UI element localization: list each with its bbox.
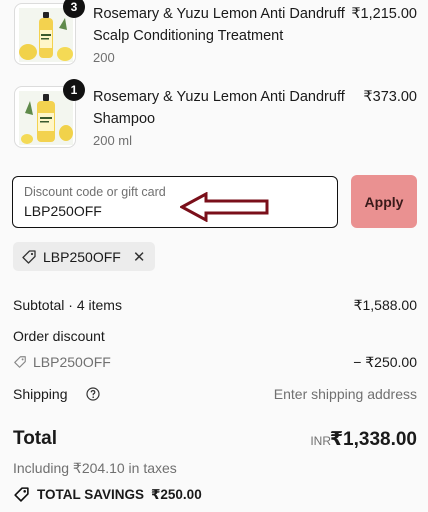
quantity-badge: 3 [63, 0, 85, 18]
tag-icon [14, 487, 29, 502]
cart-item: 1 Rosemary & Yuzu Lemon Anti Dandruff Sh… [14, 79, 417, 148]
discount-code-input[interactable] [24, 203, 324, 219]
total-savings: TOTAL SAVINGS ₹250.00 [13, 486, 202, 503]
applied-discount-chip: LBP250OFF ✕ [13, 242, 156, 271]
discount-code-label: LBP250OFF [33, 354, 111, 370]
currency-code: INR [310, 434, 331, 448]
product-variant: 200 ml [93, 133, 133, 148]
apply-button[interactable]: Apply [351, 175, 417, 228]
cart-item: 3 Rosemary & Yuzu Lemon Anti Dandruff Sc… [14, 0, 417, 65]
shipping-row: Shipping Enter shipping address [13, 384, 417, 404]
total-value: ₹1,338.00 [329, 429, 417, 450]
help-icon[interactable] [86, 387, 100, 401]
product-title: Rosemary & Yuzu Lemon Anti Dandruff Scal… [93, 6, 345, 44]
discount-code-field[interactable]: Discount code or gift card [12, 176, 338, 228]
product-price: ₹373.00 [363, 89, 417, 105]
subtotal-label: Subtotal · 4 items [13, 297, 122, 313]
shipping-label: Shipping [13, 386, 68, 402]
shipping-value: Enter shipping address [273, 386, 417, 402]
discount-value: − ₹250.00 [353, 354, 417, 370]
savings-label: TOTAL SAVINGS [37, 487, 145, 502]
product-variant: 200 [93, 50, 115, 65]
product-name: Rosemary & Yuzu Lemon Anti Dandruff Sham… [93, 86, 348, 152]
product-thumbnail: 3 [14, 0, 85, 65]
subtotal-row: Subtotal · 4 items ₹1,588.00 [13, 295, 417, 315]
discount-code-row: LBP250OFF − ₹250.00 [13, 352, 417, 372]
product-price: ₹1,215.00 [351, 6, 417, 22]
product-thumbnail: 1 [14, 79, 85, 148]
total-row: Total INR ₹1,338.00 [13, 428, 417, 454]
tag-icon [14, 356, 26, 368]
bottle-image [19, 91, 73, 145]
total-label: Total [13, 428, 57, 449]
order-discount-label: Order discount [13, 328, 105, 344]
applied-code-text: LBP250OFF [43, 248, 121, 265]
savings-value: ₹250.00 [151, 486, 202, 502]
product-title: Rosemary & Yuzu Lemon Anti Dandruff Sham… [93, 89, 345, 127]
annotation-arrow [180, 192, 269, 222]
quantity-badge: 1 [63, 79, 85, 101]
subtotal-value: ₹1,588.00 [353, 297, 417, 313]
taxes-row: Including ₹204.10 in taxes [13, 458, 417, 478]
tag-icon [22, 249, 36, 264]
taxes-text: Including ₹204.10 in taxes [13, 460, 177, 476]
discount-field-label: Discount code or gift card [24, 185, 166, 199]
order-discount-row: Order discount [13, 326, 417, 346]
remove-code-icon[interactable]: ✕ [133, 248, 146, 266]
bottle-image [19, 8, 73, 62]
product-name: Rosemary & Yuzu Lemon Anti Dandruff Scal… [93, 3, 348, 69]
